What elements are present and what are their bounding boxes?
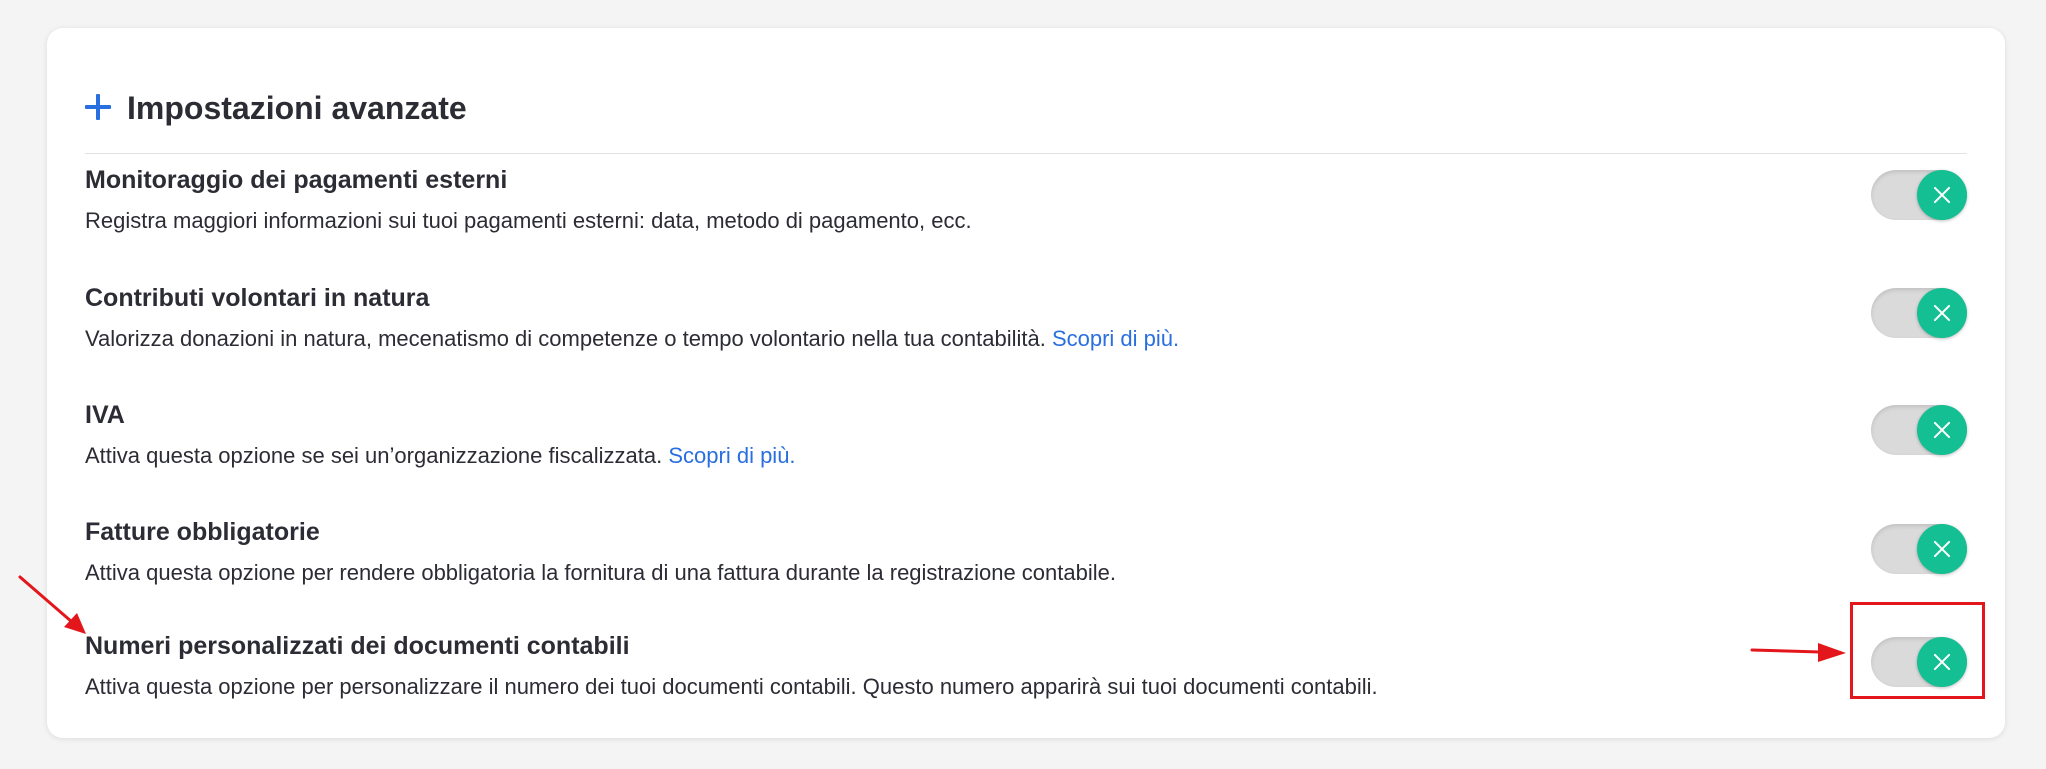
annotation-arrow-left <box>18 575 1846 662</box>
